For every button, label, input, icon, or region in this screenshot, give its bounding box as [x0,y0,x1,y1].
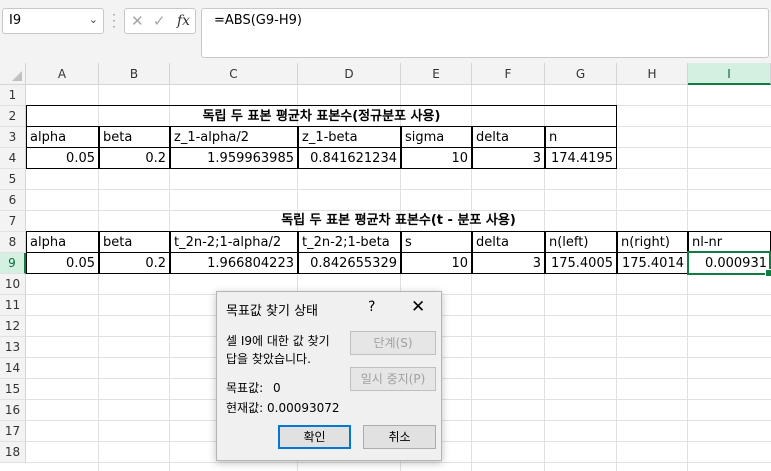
row-header-9[interactable]: 9 [0,253,26,274]
target-value: 0 [273,381,281,395]
cancel-button[interactable]: 취소 [363,425,436,449]
table1-header-cell[interactable]: delta [472,126,545,148]
row-header-17[interactable]: 17 [0,421,26,442]
table2-value-cell[interactable]: 0.05 [26,252,99,274]
target-value-row: 목표값: 0 [226,379,281,396]
row-header-1[interactable]: 1 [0,85,26,106]
table1-value-cell[interactable]: 10 [401,147,472,169]
name-box-value: I9 [9,13,22,28]
column-header-b[interactable]: B [99,63,170,85]
step-button[interactable]: 단계(S) [350,331,436,355]
name-box[interactable]: I9 ⌄ [2,8,104,34]
select-all-corner[interactable] [0,63,26,85]
table1-header-cell[interactable]: alpha [26,126,99,148]
row-header-16[interactable]: 16 [0,400,26,421]
table1-header-cell[interactable]: sigma [401,126,472,148]
row-header-14[interactable]: 14 [0,358,26,379]
formula-bar: I9 ⌄ · · · ✕ ✓ fx =ABS(G9-H9) [0,0,771,63]
table2-header-cell[interactable]: n(right) [617,231,688,253]
column-header-c[interactable]: C [170,63,298,85]
table2-value-cell[interactable]: 175.4005 [545,252,617,274]
row-header-8[interactable]: 8 [0,232,26,253]
pause-button[interactable]: 일시 중지(P) [350,367,436,391]
current-value-label: 현재값: [226,401,264,415]
selected-cell-i9[interactable] [687,251,771,277]
column-header-f[interactable]: F [472,63,545,85]
gridline-horizontal [26,189,771,190]
dialog-message-line1: 셀 I9에 대한 값 찾기 [226,334,330,348]
table2-header-cell[interactable]: delta [472,231,545,253]
table1-header-cell[interactable]: z_1-beta [298,126,401,148]
row-header-12[interactable]: 12 [0,316,26,337]
table2-value-cell[interactable]: 175.4014 [617,252,688,274]
column-header-g[interactable]: G [545,63,617,85]
target-value-label: 목표값: [226,381,264,395]
current-value: 0.00093072 [267,401,340,415]
row-header-6[interactable]: 6 [0,190,26,211]
table1-value-cell[interactable]: 0.2 [99,147,170,169]
table2-header-cell[interactable]: nl-nr [688,231,771,253]
insert-function-icon[interactable]: fx [177,13,190,29]
table1-header-cell[interactable]: z_1-alpha/2 [170,126,298,148]
table2-value-cell[interactable]: 10 [401,252,472,274]
table1-header-cell[interactable]: n [545,126,617,148]
gridline-vertical [687,85,688,471]
enter-icon[interactable]: ✓ [153,12,166,30]
table1-value-cell[interactable]: 3 [472,147,545,169]
gridline-horizontal [26,462,771,463]
column-header-a[interactable]: A [26,63,99,85]
goal-seek-status-dialog: 목표값 찾기 상태 ? ✕ 셀 I9에 대한 값 찾기 답을 찾았습니다. 목표… [216,291,442,461]
table2-value-cell[interactable]: 0.2 [99,252,170,274]
help-icon[interactable]: ? [368,299,375,315]
table1-value-cell[interactable]: 0.05 [26,147,99,169]
table2-header-cell[interactable]: t_2n-2;1-beta [298,231,401,253]
dialog-title: 목표값 찾기 상태 [226,304,318,319]
table1-value-cell[interactable]: 0.841621234 [298,147,401,169]
table1-header-cell[interactable]: beta [99,126,170,148]
row-header-4[interactable]: 4 [0,148,26,169]
row-header-18[interactable]: 18 [0,442,26,463]
table2-header-cell[interactable]: beta [99,231,170,253]
row-header-2[interactable]: 2 [0,106,26,127]
row-header-5[interactable]: 5 [0,169,26,190]
table1-value-cell[interactable]: 174.4195 [545,147,617,169]
table2-value-cell[interactable]: 3 [472,252,545,274]
table2-header-cell[interactable]: t_2n-2;1-alpha/2 [170,231,298,253]
table2-value-cell[interactable]: 0.842655329 [298,252,401,274]
formula-text: =ABS(G9-H9) [214,13,302,28]
row-header-15[interactable]: 15 [0,379,26,400]
dialog-message-line2: 답을 찾았습니다. [226,352,311,366]
table2-header-cell[interactable]: n(left) [545,231,617,253]
table2-value-cell[interactable]: 1.966804223 [170,252,298,274]
ok-button[interactable]: 확인 [278,425,351,449]
column-header-e[interactable]: E [401,63,472,85]
row-header-13[interactable]: 13 [0,337,26,358]
table1-title[interactable]: 독립 두 표본 평균차 표본수(정규분포 사용) [26,105,617,127]
column-header-h[interactable]: H [617,63,688,85]
table2-header-cell[interactable]: alpha [26,231,99,253]
close-icon[interactable]: ✕ [411,297,425,317]
row-header-3[interactable]: 3 [0,127,26,148]
table1-value-cell[interactable]: 1.959963985 [170,147,298,169]
column-header-i[interactable]: I [688,63,771,85]
table2-header-cell[interactable]: s [401,231,472,253]
formula-buttons: ✕ ✓ fx [124,8,196,34]
table2-title[interactable]: 독립 두 표본 평균차 표본수(t - 분포 사용) [26,210,771,232]
column-header-d[interactable]: D [298,63,401,85]
more-options-icon: · · · [112,8,116,34]
row-header-11[interactable]: 11 [0,295,26,316]
formula-input[interactable]: =ABS(G9-H9) [201,8,769,58]
cancel-icon[interactable]: ✕ [131,12,144,30]
current-value-row: 현재값: 0.00093072 [226,399,340,416]
chevron-down-icon[interactable]: ⌄ [89,13,98,26]
row-header-10[interactable]: 10 [0,274,26,295]
row-header-7[interactable]: 7 [0,211,26,232]
